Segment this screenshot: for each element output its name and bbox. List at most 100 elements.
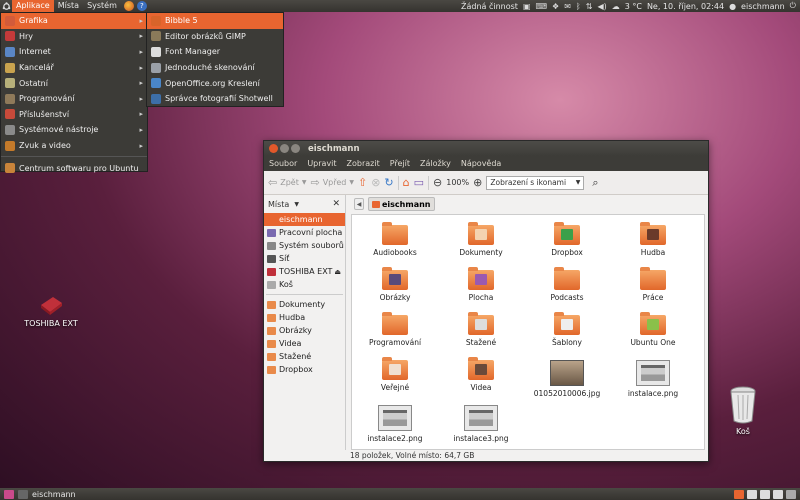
file-item[interactable]: Veřejné	[354, 357, 436, 392]
file-item[interactable]: Dropbox	[526, 222, 608, 257]
chevron-down-icon[interactable]: ▼	[294, 201, 299, 208]
eject-icon[interactable]: ⏏	[334, 268, 341, 276]
breadcrumb-home[interactable]: eischmann	[368, 197, 435, 211]
path-back-button[interactable]: ◀	[354, 198, 364, 210]
desktop-icon-toshiba-ext[interactable]: TOSHIBA EXT	[18, 295, 84, 328]
ubuntu-logo-icon[interactable]	[0, 0, 12, 12]
sidebar-item-documents-folder[interactable]: Dokumenty	[264, 298, 345, 311]
submenu-item-gimp[interactable]: Editor obrázků GIMP	[147, 29, 283, 45]
close-window-button[interactable]	[269, 144, 278, 153]
show-desktop-icon[interactable]	[4, 489, 14, 499]
keyboard-icon[interactable]: ⌨	[536, 2, 548, 11]
stop-icon[interactable]: ⊗	[371, 176, 380, 189]
file-item[interactable]: Práce	[612, 267, 694, 302]
menu-item-other[interactable]: Ostatní ▸	[1, 75, 147, 91]
up-arrow-icon[interactable]: ⇧	[358, 176, 367, 189]
workspace-icon[interactable]	[747, 489, 757, 499]
sidebar-item-dropbox-folder[interactable]: Dropbox	[264, 363, 345, 376]
file-item[interactable]: Obrázky	[354, 267, 436, 302]
close-sidebar-icon[interactable]: ✕	[332, 199, 340, 209]
sidebar-item-external-drive[interactable]: TOSHIBA EXT ⏏	[264, 265, 345, 278]
workspace-icon[interactable]	[734, 489, 744, 499]
sidebar-item-videos-folder[interactable]: Videa	[264, 337, 345, 350]
status-text[interactable]: Žádná činnost	[461, 2, 518, 11]
menu-item-office[interactable]: Kancelář ▸	[1, 60, 147, 76]
weather-text[interactable]: 3 °C	[625, 2, 642, 11]
places-menu[interactable]: Místa	[54, 0, 83, 12]
file-item[interactable]: Hudba	[612, 222, 694, 257]
clock[interactable]: Ne, 10. říjen, 02:44	[647, 2, 724, 11]
firefox-icon[interactable]	[123, 1, 134, 11]
power-icon[interactable]: ⏻	[790, 1, 796, 11]
menu-bookmarks[interactable]: Záložky	[415, 159, 456, 168]
weather-icon[interactable]: ☁	[612, 2, 620, 11]
indicator-icon[interactable]: ▣	[523, 2, 531, 11]
minimize-window-button[interactable]	[280, 144, 289, 153]
menu-item-graphics[interactable]: Grafika ▸	[1, 13, 147, 29]
sidebar-item-trash[interactable]: Koš	[264, 278, 345, 291]
maximize-window-button[interactable]	[291, 144, 300, 153]
network-icon[interactable]: ⇅	[586, 2, 593, 11]
help-icon[interactable]: ?	[136, 1, 147, 11]
menu-item-sound-video[interactable]: Zvuk a video ▸	[1, 138, 147, 154]
menu-item-software-center[interactable]: Centrum softwaru pro Ubuntu	[1, 160, 147, 176]
sidebar-item-downloads-folder[interactable]: Stažené	[264, 350, 345, 363]
trash-applet-icon[interactable]	[786, 489, 796, 499]
back-button[interactable]: ⇦ Zpět ▼	[268, 176, 306, 189]
volume-icon[interactable]: ◀)	[597, 2, 606, 11]
sidebar-item-network[interactable]: Síť	[264, 252, 345, 265]
sidebar-item-home[interactable]: eischmann	[264, 213, 345, 226]
file-item[interactable]: Plocha	[440, 267, 522, 302]
view-mode-select[interactable]: Zobrazení s ikonami ▼	[486, 175, 585, 190]
workspace-icon[interactable]	[773, 489, 783, 499]
submenu-item-font-manager[interactable]: Font Manager	[147, 44, 283, 60]
search-icon[interactable]: ⌕	[592, 176, 598, 190]
sidebar-item-pictures-folder[interactable]: Obrázky	[264, 324, 345, 337]
file-item[interactable]: instalace2.png	[354, 405, 436, 443]
submenu-item-bibble[interactable]: Bibble 5	[147, 13, 283, 29]
taskbar-item-file-manager[interactable]: eischmann	[0, 489, 76, 499]
sidebar-item-desktop[interactable]: Pracovní plocha	[264, 226, 345, 239]
zoom-in-icon[interactable]: ⊕	[473, 176, 482, 189]
reload-icon[interactable]: ↻	[384, 176, 393, 189]
home-icon[interactable]: ⌂	[403, 176, 410, 189]
window-titlebar[interactable]: eischmann	[264, 141, 708, 156]
menu-item-internet[interactable]: Internet ▸	[1, 44, 147, 60]
menu-item-accessories[interactable]: Příslušenství ▸	[1, 107, 147, 123]
file-item[interactable]: Audiobooks	[354, 222, 436, 257]
submenu-item-draw[interactable]: OpenOffice.org Kreslení	[147, 75, 283, 91]
submenu-item-scanner[interactable]: Jednoduché skenování	[147, 60, 283, 76]
forward-button[interactable]: ⇨ Vpřed ▼	[310, 176, 354, 189]
menu-file[interactable]: Soubor	[264, 159, 302, 168]
file-item[interactable]: instalace.png	[612, 360, 694, 398]
menu-view[interactable]: Zobrazit	[342, 159, 385, 168]
sidebar-item-music-folder[interactable]: Hudba	[264, 311, 345, 324]
zoom-level[interactable]: 100%	[446, 178, 469, 187]
menu-help[interactable]: Nápověda	[456, 159, 507, 168]
user-name[interactable]: eischmann	[741, 2, 785, 11]
file-item[interactable]: instalace3.png	[440, 405, 522, 443]
bluetooth-icon[interactable]: ᛒ	[576, 2, 581, 11]
menu-item-system-tools[interactable]: Systémové nástroje ▸	[1, 122, 147, 138]
file-item[interactable]: 01052010006.jpg	[526, 360, 608, 398]
menu-edit[interactable]: Upravit	[302, 159, 341, 168]
file-item[interactable]: Šablony	[526, 312, 608, 347]
sidebar-title[interactable]: Místa	[268, 200, 289, 209]
workspace-icon[interactable]	[760, 489, 770, 499]
mail-icon[interactable]: ✉	[564, 2, 571, 11]
submenu-item-shotwell[interactable]: Správce fotografií Shotwell	[147, 91, 283, 107]
zoom-out-icon[interactable]: ⊖	[433, 176, 442, 189]
dropbox-icon[interactable]: ❖	[552, 2, 559, 11]
menu-go[interactable]: Přejít	[385, 159, 415, 168]
file-item[interactable]: Programování	[354, 312, 436, 347]
file-item[interactable]: Dokumenty	[440, 222, 522, 257]
system-menu[interactable]: Systém	[83, 0, 121, 12]
menu-item-programming[interactable]: Programování ▸	[1, 91, 147, 107]
file-item[interactable]: Stažené	[440, 312, 522, 347]
computer-icon[interactable]: ▭	[414, 176, 424, 189]
applications-menu[interactable]: Aplikace	[12, 0, 54, 12]
menu-item-games[interactable]: Hry ▸	[1, 29, 147, 45]
file-item[interactable]: Podcasts	[526, 267, 608, 302]
file-item[interactable]: Ubuntu One	[612, 312, 694, 347]
file-item[interactable]: Videa	[440, 357, 522, 392]
